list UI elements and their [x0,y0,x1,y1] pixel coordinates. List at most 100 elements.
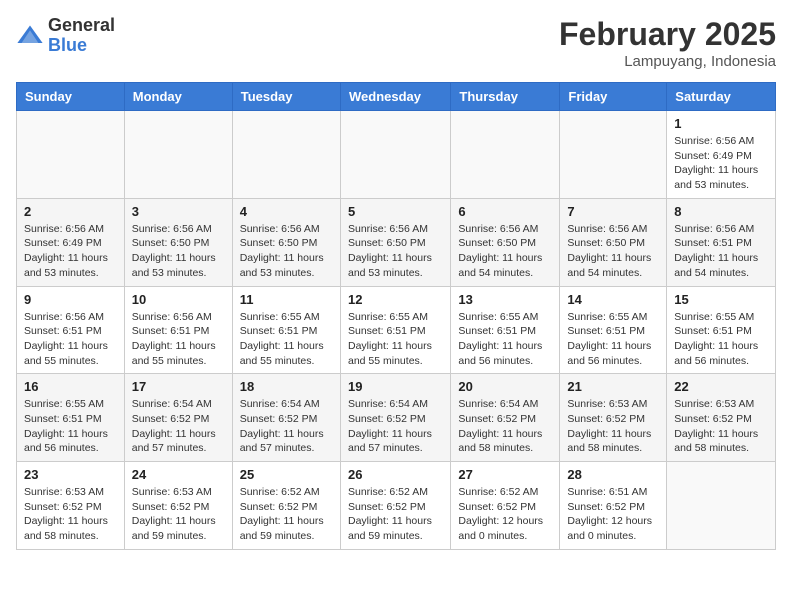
calendar-cell: 28 Sunrise: 6:51 AM Sunset: 6:52 PM Dayli… [560,462,667,550]
day-number: 6 [458,204,552,219]
day-info: Sunrise: 6:54 AM Sunset: 6:52 PM Dayligh… [240,397,333,456]
day-number: 12 [348,292,443,307]
day-info: Sunrise: 6:53 AM Sunset: 6:52 PM Dayligh… [674,397,768,456]
calendar-cell: 19Sunrise: 6:54 AM Sunset: 6:52 PM Dayli… [340,374,450,462]
day-number: 1 [674,116,768,131]
day-number: 17 [132,379,225,394]
calendar-cell [451,111,560,199]
calendar-cell: 4 Sunrise: 6:56 AM Sunset: 6:50 PM Daylig… [232,198,340,286]
day-header-saturday: Saturday [667,83,776,111]
calendar-cell: 3 Sunrise: 6:56 AM Sunset: 6:50 PM Daylig… [124,198,232,286]
calendar-cell: 12 Sunrise: 6:55 AM Sunset: 6:51 PM Dayli… [340,286,450,374]
day-number: 4 [240,204,333,219]
day-info: Sunrise: 6:54 AM Sunset: 6:52 PM Dayligh… [458,397,552,456]
calendar-cell: 1 Sunrise: 6:56 AM Sunset: 6:49 PM Daylig… [667,111,776,199]
calendar-cell: 25Sunrise: 6:52 AM Sunset: 6:52 PM Dayli… [232,462,340,550]
day-number: 2 [24,204,117,219]
calendar-cell: 26Sunrise: 6:52 AM Sunset: 6:52 PM Dayli… [340,462,450,550]
week-row-3: 16 Sunrise: 6:55 AM Sunset: 6:51 PM Dayli… [17,374,776,462]
day-info: Sunrise: 6:55 AM Sunset: 6:51 PM Dayligh… [348,310,443,369]
calendar-cell [124,111,232,199]
day-info: Sunrise: 6:56 AM Sunset: 6:49 PM Dayligh… [674,134,768,193]
day-info: Sunrise: 6:53 AM Sunset: 6:52 PM Dayligh… [132,485,225,544]
logo-text: General Blue [48,16,115,56]
calendar-cell: 14 Sunrise: 6:55 AM Sunset: 6:51 PM Dayli… [560,286,667,374]
calendar-cell: 11 Sunrise: 6:55 AM Sunset: 6:51 PM Dayli… [232,286,340,374]
logo-blue-text: Blue [48,36,115,56]
day-number: 11 [240,292,333,307]
calendar-table: SundayMondayTuesdayWednesdayThursdayFrid… [16,82,776,550]
day-info: Sunrise: 6:56 AM Sunset: 6:50 PM Dayligh… [458,222,552,281]
calendar-cell [340,111,450,199]
day-number: 8 [674,204,768,219]
calendar-cell: 2 Sunrise: 6:56 AM Sunset: 6:49 PM Daylig… [17,198,125,286]
day-number: 28 [567,467,659,482]
week-row-0: 1 Sunrise: 6:56 AM Sunset: 6:49 PM Daylig… [17,111,776,199]
day-number: 27 [458,467,552,482]
day-info: Sunrise: 6:52 AM Sunset: 6:52 PM Dayligh… [348,485,443,544]
day-number: 13 [458,292,552,307]
day-number: 25 [240,467,333,482]
day-number: 15 [674,292,768,307]
day-info: Sunrise: 6:56 AM Sunset: 6:50 PM Dayligh… [567,222,659,281]
day-header-thursday: Thursday [451,83,560,111]
title-block: February 2025 Lampuyang, Indonesia [559,16,776,70]
day-info: Sunrise: 6:56 AM Sunset: 6:51 PM Dayligh… [24,310,117,369]
day-number: 23 [24,467,117,482]
week-row-4: 23 Sunrise: 6:53 AM Sunset: 6:52 PM Dayli… [17,462,776,550]
calendar-cell: 23 Sunrise: 6:53 AM Sunset: 6:52 PM Dayli… [17,462,125,550]
location: Lampuyang, Indonesia [559,53,776,70]
week-row-2: 9 Sunrise: 6:56 AM Sunset: 6:51 PM Daylig… [17,286,776,374]
day-header-friday: Friday [560,83,667,111]
calendar-cell: 16 Sunrise: 6:55 AM Sunset: 6:51 PM Dayli… [17,374,125,462]
day-info: Sunrise: 6:56 AM Sunset: 6:50 PM Dayligh… [348,222,443,281]
calendar-cell: 21Sunrise: 6:53 AM Sunset: 6:52 PM Dayli… [560,374,667,462]
month-year: February 2025 [559,16,776,53]
day-header-monday: Monday [124,83,232,111]
calendar-cell [232,111,340,199]
day-info: Sunrise: 6:56 AM Sunset: 6:50 PM Dayligh… [240,222,333,281]
calendar-cell: 8Sunrise: 6:56 AM Sunset: 6:51 PM Daylig… [667,198,776,286]
day-number: 24 [132,467,225,482]
day-number: 3 [132,204,225,219]
day-number: 18 [240,379,333,394]
logo-general-text: General [48,16,115,36]
calendar-cell: 7Sunrise: 6:56 AM Sunset: 6:50 PM Daylig… [560,198,667,286]
day-number: 21 [567,379,659,394]
day-info: Sunrise: 6:52 AM Sunset: 6:52 PM Dayligh… [458,485,552,544]
calendar-cell: 9 Sunrise: 6:56 AM Sunset: 6:51 PM Daylig… [17,286,125,374]
day-header-tuesday: Tuesday [232,83,340,111]
days-header-row: SundayMondayTuesdayWednesdayThursdayFrid… [17,83,776,111]
day-number: 10 [132,292,225,307]
day-info: Sunrise: 6:55 AM Sunset: 6:51 PM Dayligh… [240,310,333,369]
day-number: 20 [458,379,552,394]
day-info: Sunrise: 6:53 AM Sunset: 6:52 PM Dayligh… [24,485,117,544]
day-info: Sunrise: 6:56 AM Sunset: 6:51 PM Dayligh… [132,310,225,369]
day-number: 16 [24,379,117,394]
day-header-wednesday: Wednesday [340,83,450,111]
day-info: Sunrise: 6:55 AM Sunset: 6:51 PM Dayligh… [458,310,552,369]
calendar-cell: 15 Sunrise: 6:55 AM Sunset: 6:51 PM Dayli… [667,286,776,374]
day-number: 5 [348,204,443,219]
calendar-cell: 22Sunrise: 6:53 AM Sunset: 6:52 PM Dayli… [667,374,776,462]
day-number: 9 [24,292,117,307]
calendar-cell [17,111,125,199]
calendar-cell: 18 Sunrise: 6:54 AM Sunset: 6:52 PM Dayli… [232,374,340,462]
calendar-cell: 13 Sunrise: 6:55 AM Sunset: 6:51 PM Dayli… [451,286,560,374]
day-info: Sunrise: 6:56 AM Sunset: 6:50 PM Dayligh… [132,222,225,281]
day-info: Sunrise: 6:51 AM Sunset: 6:52 PM Dayligh… [567,485,659,544]
calendar-cell: 17Sunrise: 6:54 AM Sunset: 6:52 PM Dayli… [124,374,232,462]
day-number: 14 [567,292,659,307]
calendar-cell [560,111,667,199]
day-info: Sunrise: 6:55 AM Sunset: 6:51 PM Dayligh… [674,310,768,369]
calendar-cell: 20 Sunrise: 6:54 AM Sunset: 6:52 PM Dayli… [451,374,560,462]
day-info: Sunrise: 6:55 AM Sunset: 6:51 PM Dayligh… [567,310,659,369]
calendar-cell: 5 Sunrise: 6:56 AM Sunset: 6:50 PM Daylig… [340,198,450,286]
calendar-cell: 27 Sunrise: 6:52 AM Sunset: 6:52 PM Dayli… [451,462,560,550]
day-info: Sunrise: 6:55 AM Sunset: 6:51 PM Dayligh… [24,397,117,456]
day-info: Sunrise: 6:56 AM Sunset: 6:49 PM Dayligh… [24,222,117,281]
logo-icon [16,22,44,50]
day-header-sunday: Sunday [17,83,125,111]
calendar-cell: 24 Sunrise: 6:53 AM Sunset: 6:52 PM Dayli… [124,462,232,550]
calendar-cell: 10 Sunrise: 6:56 AM Sunset: 6:51 PM Dayli… [124,286,232,374]
